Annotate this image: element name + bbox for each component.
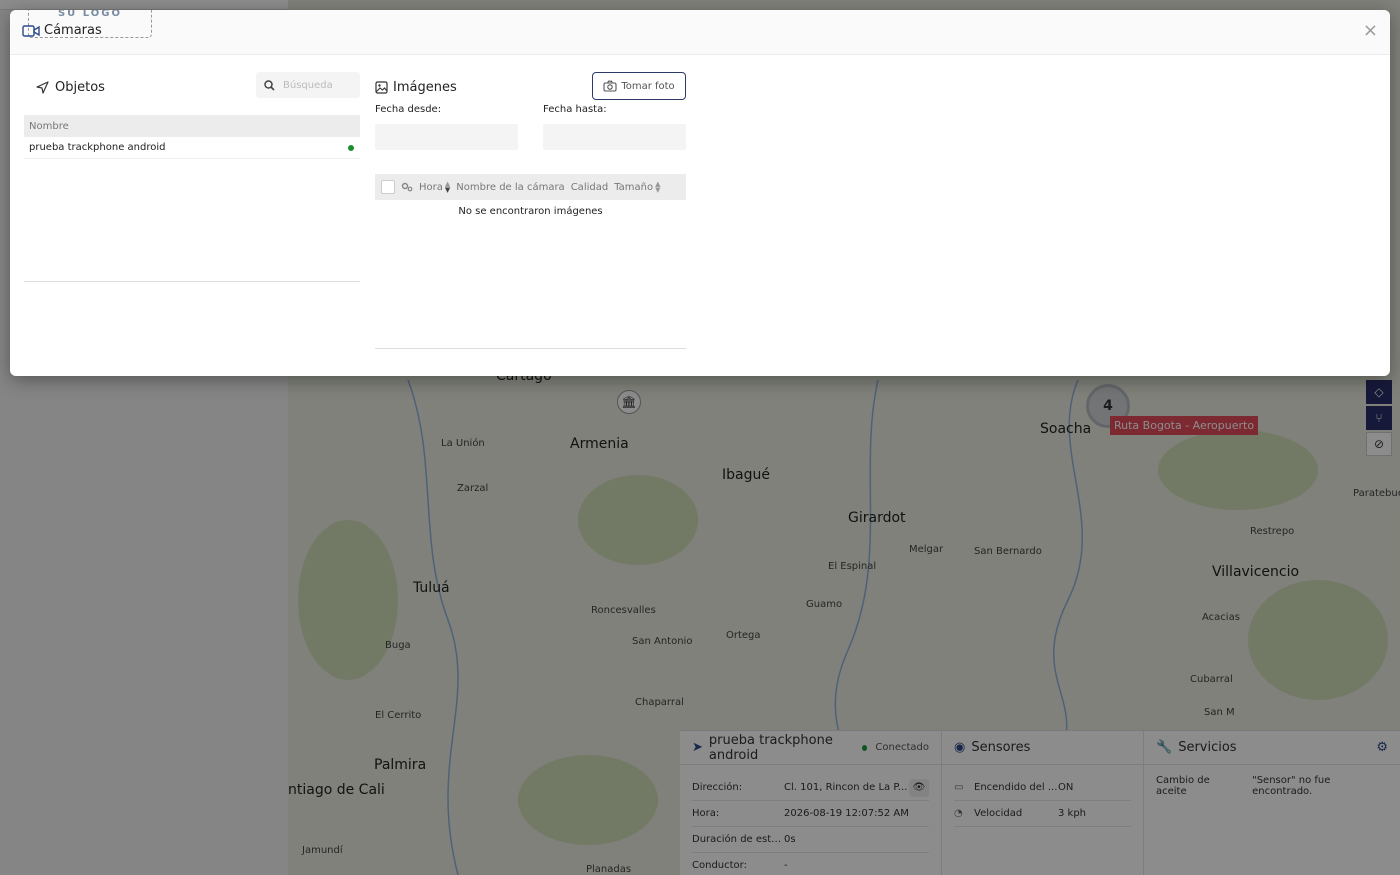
- sort-arrows-icon: ▲ ▼: [444, 180, 451, 194]
- column-hora[interactable]: Hora ▲ ▼: [419, 180, 451, 194]
- column-camera-name[interactable]: Nombre de la cámara: [456, 182, 564, 193]
- images-header: Imágenes Tomar foto: [375, 72, 686, 102]
- modal-title-text: Cámaras: [44, 23, 102, 38]
- search-icon: [264, 79, 275, 91]
- images-title-text: Imágenes: [393, 79, 457, 95]
- search-input[interactable]: [283, 79, 353, 91]
- images-title: Imágenes: [375, 80, 457, 95]
- image-icon: [375, 80, 388, 94]
- objects-header: Objetos: [24, 72, 360, 102]
- date-to-field: Fecha hasta:: [543, 104, 686, 150]
- date-from-input[interactable]: [375, 124, 518, 150]
- object-name: prueba trackphone android: [29, 142, 166, 153]
- date-from-label: Fecha desde:: [375, 104, 442, 115]
- date-from-field: Fecha desde:: [375, 104, 518, 150]
- online-status-dot: [348, 144, 354, 151]
- navigation-arrow-icon: [36, 80, 49, 94]
- sort-arrows-icon: ▲ ▼: [655, 180, 661, 194]
- date-to-label: Fecha hasta:: [543, 104, 607, 115]
- take-photo-label: Tomar foto: [621, 80, 675, 92]
- images-table-header: Hora ▲ ▼ Nombre de la cámara Calidad Tama…: [375, 174, 686, 200]
- video-camera-icon: [22, 24, 40, 37]
- column-size-label: Tamaño: [614, 181, 654, 193]
- images-panel: Imágenes Tomar foto Fecha desde: Fecha h…: [375, 72, 686, 349]
- object-row[interactable]: prueba trackphone android: [24, 137, 360, 159]
- column-size[interactable]: Tamaño ▲ ▼: [614, 180, 661, 194]
- objects-title-text: Objetos: [55, 79, 105, 95]
- cameras-modal: SU LOGO Cámaras × Objetos Búsqueda Nombr…: [10, 10, 1390, 376]
- empty-images-message: No se encontraron imágenes: [458, 206, 603, 217]
- take-photo-button[interactable]: Tomar foto: [592, 72, 686, 100]
- camera-icon: [603, 80, 617, 92]
- column-quality[interactable]: Calidad: [571, 182, 609, 193]
- settings-cogs-icon[interactable]: [401, 182, 413, 192]
- date-to-input[interactable]: [543, 124, 686, 150]
- close-button[interactable]: ×: [1363, 22, 1378, 40]
- objects-panel: Objetos Nombre prueba trackphone android: [24, 72, 360, 282]
- objects-title: Objetos: [24, 80, 105, 95]
- modal-header: SU LOGO Cámaras ×: [10, 10, 1390, 55]
- select-all-checkbox[interactable]: [381, 180, 395, 194]
- column-name[interactable]: Nombre: [29, 121, 69, 132]
- modal-title: Cámaras: [22, 23, 102, 38]
- search-box: [256, 72, 360, 98]
- objects-table-header: Nombre: [24, 115, 360, 137]
- column-hora-label: Hora: [419, 181, 443, 193]
- date-filters: Fecha desde: Fecha hasta:: [375, 104, 686, 150]
